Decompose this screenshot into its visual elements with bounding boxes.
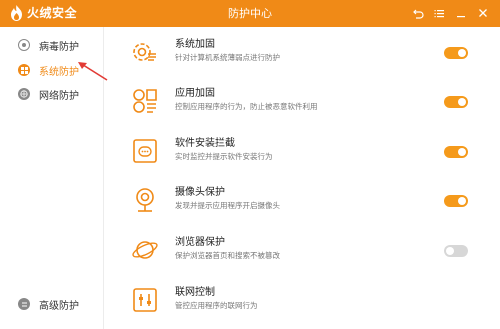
sidebar-item-label: 网络防护 xyxy=(39,90,79,102)
close-icon xyxy=(479,9,487,17)
webcam-icon xyxy=(136,188,154,212)
feature-row-browser-protection: 浏览器保护 保护浏览器首页和搜索不被篡改 xyxy=(131,236,476,276)
feature-name: 系统加固 xyxy=(175,39,215,50)
sidebar-item-system-protection[interactable]: 系统防护 xyxy=(18,61,79,79)
advanced-shield-icon xyxy=(18,298,30,310)
minimize-icon xyxy=(457,16,465,18)
apps-icon xyxy=(133,89,157,113)
sidebar-item-label: 系统防护 xyxy=(39,66,79,78)
menu-icon xyxy=(434,9,444,17)
annotation-arrow-icon xyxy=(78,62,108,81)
feature-name: 联网控制 xyxy=(175,287,215,298)
feature-name: 应用加固 xyxy=(175,88,215,99)
sidebar-item-virus-protection[interactable]: 病毒防护 xyxy=(18,36,79,54)
globe-icon xyxy=(18,88,30,100)
gear-shield-icon xyxy=(133,43,156,61)
windows-icon xyxy=(18,64,30,76)
feature-name: 摄像头保护 xyxy=(175,187,225,198)
webcam-protection-toggle[interactable] xyxy=(444,195,468,207)
feature-row-webcam-protection: 摄像头保护 发现并提示应用程序开启摄像头 xyxy=(131,186,476,226)
sidebar-item-label: 病毒防护 xyxy=(39,41,79,53)
feature-description: 实时监控并提示软件安装行为 xyxy=(175,152,273,161)
install-block-icon xyxy=(133,139,157,163)
sidebar-item-network-protection[interactable]: 网络防护 xyxy=(18,85,79,103)
feature-description: 管控应用程序的联网行为 xyxy=(175,301,258,310)
browser-planet-icon xyxy=(132,241,158,259)
close-button[interactable] xyxy=(475,5,491,21)
virus-shield-icon xyxy=(18,39,30,51)
feature-description: 发现并提示应用程序开启摄像头 xyxy=(175,201,280,210)
minimize-button[interactable] xyxy=(453,5,469,21)
feature-description: 保护浏览器首页和搜索不被篡改 xyxy=(175,251,280,260)
feature-name: 软件安装拦截 xyxy=(175,138,235,149)
menu-button[interactable] xyxy=(431,5,447,21)
install-block-toggle[interactable] xyxy=(444,146,468,158)
back-button[interactable] xyxy=(410,5,426,21)
feature-row-system-hardening: 系统加固 针对计算机系统薄弱点进行防护 xyxy=(131,38,476,78)
feature-row-network-control: 联网控制 管控应用程序的联网行为 xyxy=(131,286,476,326)
feature-row-install-block: 软件安装拦截 实时监控并提示软件安装行为 xyxy=(131,137,476,177)
feature-row-app-hardening: 应用加固 控制应用程序的行为，防止被恶意软件利用 xyxy=(131,87,476,127)
network-control-icon xyxy=(133,288,157,312)
feature-description: 控制应用程序的行为，防止被恶意软件利用 xyxy=(175,102,318,111)
sidebar-item-advanced-protection[interactable]: 高级防护 xyxy=(18,295,79,313)
system-hardening-toggle[interactable] xyxy=(444,47,468,59)
title-bar: 火绒安全 防护中心 xyxy=(0,0,500,27)
browser-protection-toggle[interactable] xyxy=(444,245,468,257)
app-window: 火绒安全 防护中心 病毒防护 系统防护 网络防护 高级防护 系统加固 针对计算机… xyxy=(0,0,500,329)
feature-name: 浏览器保护 xyxy=(175,237,225,248)
back-arrow-icon xyxy=(412,9,424,19)
feature-description: 针对计算机系统薄弱点进行防护 xyxy=(175,53,280,62)
sidebar-item-label: 高级防护 xyxy=(39,300,79,312)
app-hardening-toggle[interactable] xyxy=(444,96,468,108)
